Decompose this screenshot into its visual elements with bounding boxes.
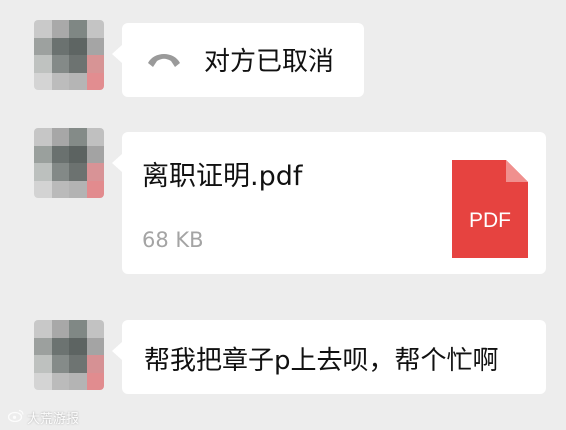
call-bubble[interactable]: 对方已取消 [112,23,364,97]
watermark-text: 大荒游报 [27,412,80,427]
message-text: 帮我把章子p上去呗，帮个忙啊 [144,346,499,376]
pdf-icon-label: PDF [469,209,511,232]
phone-hangup-icon [144,47,184,77]
watermark: 大荒游报 [7,408,80,427]
file-name: 离职证明.pdf [142,161,303,192]
text-bubble[interactable]: 帮我把章子p上去呗，帮个忙啊 [112,320,546,394]
avatar[interactable] [34,128,104,198]
weibo-icon [7,409,24,426]
avatar[interactable] [34,320,104,390]
avatar[interactable] [34,20,104,90]
pdf-file-icon: PDF [452,160,528,262]
file-size: 68 KB [142,228,204,252]
call-status-text: 对方已取消 [204,47,335,77]
file-bubble[interactable]: 离职证明.pdf 68 KB PDF [112,132,546,274]
